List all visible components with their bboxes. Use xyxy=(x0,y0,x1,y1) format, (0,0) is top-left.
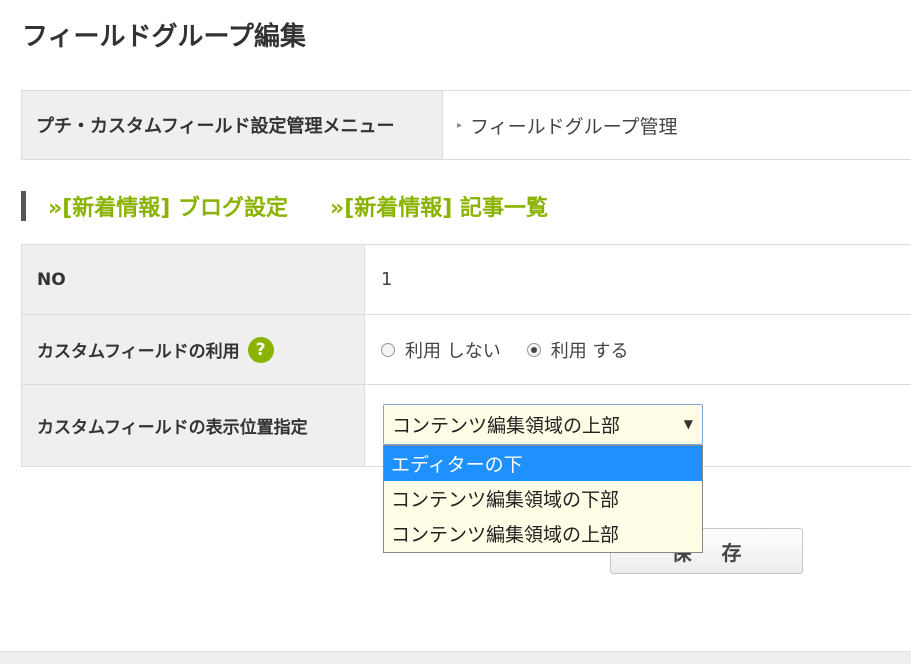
caret-down-icon: ▼ xyxy=(683,417,693,431)
position-dropdown-list[interactable]: エディターの下 コンテンツ編集領域の下部 コンテンツ編集領域の上部 xyxy=(383,445,703,553)
form-row-use: カスタムフィールドの利用 ? 利用 しない 利用 する xyxy=(22,315,911,385)
radio-label-no: 利用 しない xyxy=(405,340,501,362)
menu-heading: プチ・カスタムフィールド設定管理メニュー xyxy=(22,91,443,159)
settings-menu-table: プチ・カスタムフィールド設定管理メニュー ▸ フィールドグループ管理 xyxy=(21,90,911,160)
dropdown-option-below-editor[interactable]: エディターの下 xyxy=(384,446,702,481)
chevron-right-icon: ▸ xyxy=(457,119,463,131)
use-options: 利用 しない 利用 する xyxy=(365,315,911,384)
radio-use-yes[interactable]: 利用 する xyxy=(526,337,629,363)
radio-use-no[interactable]: 利用 しない xyxy=(381,337,501,363)
position-select-value: コンテンツ編集領域の上部 xyxy=(392,415,621,437)
section-marker xyxy=(21,191,26,221)
help-icon[interactable]: ? xyxy=(247,336,274,363)
link-article-list[interactable]: »[新着情報] 記事一覧 xyxy=(330,190,548,222)
position-select[interactable]: コンテンツ編集領域の上部 ▼ xyxy=(383,404,703,445)
no-value: 1 xyxy=(381,269,393,290)
page-title: フィールドグループ編集 xyxy=(22,22,306,52)
form-row-no: NO 1 xyxy=(22,245,911,315)
radio-button-checked[interactable] xyxy=(526,342,541,357)
dropdown-option-content-bottom[interactable]: コンテンツ編集領域の下部 xyxy=(384,481,702,516)
use-label: カスタムフィールドの利用 xyxy=(37,342,240,362)
footer-band xyxy=(0,651,911,664)
radio-label-yes: 利用 する xyxy=(550,340,629,362)
position-label: カスタムフィールドの表示位置指定 xyxy=(22,385,365,466)
menu-link-field-group-admin[interactable]: ▸ フィールドグループ管理 xyxy=(443,91,911,159)
dropdown-option-content-top[interactable]: コンテンツ編集領域の上部 xyxy=(384,516,702,551)
quick-links: »[新着情報] ブログ設定 »[新着情報] 記事一覧 xyxy=(21,190,590,222)
link-blog-settings[interactable]: »[新着情報] ブログ設定 xyxy=(48,190,288,222)
menu-link-label: フィールドグループ管理 xyxy=(470,115,678,138)
use-label-cell: カスタムフィールドの利用 ? xyxy=(22,315,365,384)
radio-button[interactable] xyxy=(381,342,395,357)
no-label: NO xyxy=(22,245,365,314)
